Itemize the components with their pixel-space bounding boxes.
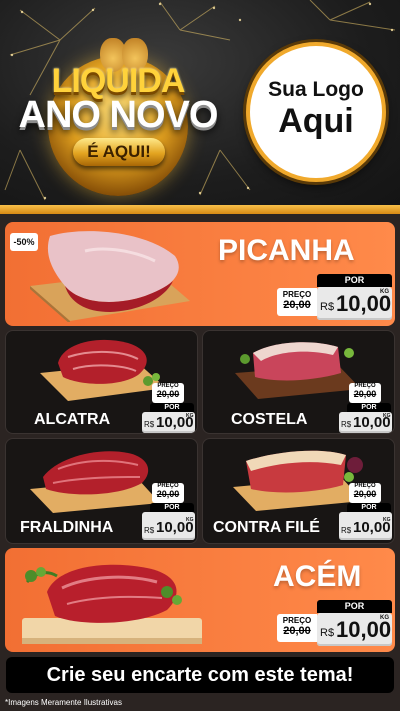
logo-placeholder[interactable]: Sua Logo Aqui xyxy=(246,42,386,182)
price-tag: POR PREÇO 20,00 R$ 10,00 KG xyxy=(277,274,392,320)
old-price-box: PREÇO 20,00 xyxy=(152,483,184,503)
logo-text-line1: Sua Logo xyxy=(268,78,364,101)
product-card-fraldinha[interactable]: FRALDINHA PREÇO 20,00 POR R$ 10,00 KG xyxy=(5,438,198,544)
price-tag: PREÇO 20,00 POR R$ 10,00 KG xyxy=(339,383,394,433)
old-price-box: PREÇO 20,00 xyxy=(349,383,381,403)
currency: R$ xyxy=(144,526,155,535)
price-tag: PREÇO 20,00 POR R$ 10,00 KG xyxy=(339,483,394,540)
old-price-box: PREÇO 20,00 xyxy=(277,288,317,316)
old-price: 20,00 xyxy=(353,489,377,499)
badge-title-line2: ANO NOVO xyxy=(18,94,219,136)
new-price-box: R$ 10,00 KG xyxy=(317,287,392,320)
product-card-alcatra[interactable]: ALCATRA PREÇO 20,00 POR R$ 10,00 KG xyxy=(5,330,198,434)
old-price-box: PREÇO 20,00 xyxy=(277,614,317,642)
badge-pill: É AQUI! xyxy=(73,138,165,166)
discount-badge: -50% xyxy=(10,233,38,251)
currency: R$ xyxy=(320,627,335,639)
old-price-box: PREÇO 20,00 xyxy=(349,483,381,503)
product-name: ALCATRA xyxy=(34,411,111,428)
unit: KG xyxy=(186,413,194,419)
product-card-contra-file[interactable]: CONTRA FILÉ PREÇO 20,00 POR R$ 10,00 KG xyxy=(202,438,395,544)
currency: R$ xyxy=(320,301,335,313)
old-price: 20,00 xyxy=(156,389,180,399)
product-name: ACÉM xyxy=(273,560,362,593)
currency: R$ xyxy=(341,420,352,429)
product-name: CONTRA FILÉ xyxy=(213,519,320,536)
product-name: FRALDINHA xyxy=(20,519,114,536)
gold-divider xyxy=(0,205,400,214)
product-card-acem[interactable]: ACÉM POR PREÇO 20,00 R$ 10,00 KG xyxy=(5,548,395,652)
unit: KG xyxy=(383,413,391,419)
unit: KG xyxy=(383,517,391,523)
por-label: POR xyxy=(150,503,194,512)
currency: R$ xyxy=(341,526,352,535)
preco-label: PREÇO xyxy=(282,290,312,299)
cta-banner[interactable]: Crie seu encarte com este tema! xyxy=(6,657,394,693)
old-price-box: PREÇO 20,00 xyxy=(152,383,184,403)
price-tag: PREÇO 20,00 POR R$ 10,00 KG xyxy=(142,383,197,433)
por-label: POR xyxy=(150,403,194,412)
meat-cut-icon xyxy=(30,451,160,513)
meat-cut-icon xyxy=(30,231,190,322)
preco-label: PREÇO xyxy=(282,616,312,625)
liquida-ano-novo-badge: LIQUIDA ANO NOVO É AQUI! xyxy=(18,38,219,196)
price-tag: PREÇO 20,00 POR R$ 10,00 KG xyxy=(142,483,197,540)
currency: R$ xyxy=(144,420,155,429)
new-price-box: R$ 10,00 KG xyxy=(317,613,392,646)
unit: KG xyxy=(380,289,389,295)
old-price: 20,00 xyxy=(283,625,311,637)
header: LIQUIDA ANO NOVO É AQUI! Sua Logo Aqui xyxy=(0,0,400,205)
unit: KG xyxy=(380,615,389,621)
old-price: 20,00 xyxy=(353,389,377,399)
meat-cut-icon xyxy=(22,564,202,644)
old-price: 20,00 xyxy=(156,489,180,499)
new-price-box: R$ 10,00 KG xyxy=(142,412,195,433)
new-price-box: R$ 10,00 KG xyxy=(339,412,392,433)
por-label: POR xyxy=(347,403,391,412)
new-price-box: R$ 10,00 KG xyxy=(339,512,392,540)
product-name: COSTELA xyxy=(231,411,308,428)
price-tag: POR PREÇO 20,00 R$ 10,00 KG xyxy=(277,600,392,646)
por-label: POR xyxy=(347,503,391,512)
por-label: POR xyxy=(317,274,392,287)
por-label: POR xyxy=(317,600,392,613)
old-price: 20,00 xyxy=(283,299,311,311)
product-card-costela[interactable]: COSTELA PREÇO 20,00 POR R$ 10,00 KG xyxy=(202,330,395,434)
product-name: PICANHA xyxy=(218,234,355,267)
logo-text-line2: Aqui xyxy=(278,102,354,140)
unit: KG xyxy=(186,517,194,523)
new-price-box: R$ 10,00 KG xyxy=(142,512,195,540)
product-card-picanha[interactable]: PICANHA POR PREÇO 20,00 R$ 10,00 KG xyxy=(5,222,395,326)
disclaimer: *Imagens Meramente Ilustrativas xyxy=(5,698,122,707)
